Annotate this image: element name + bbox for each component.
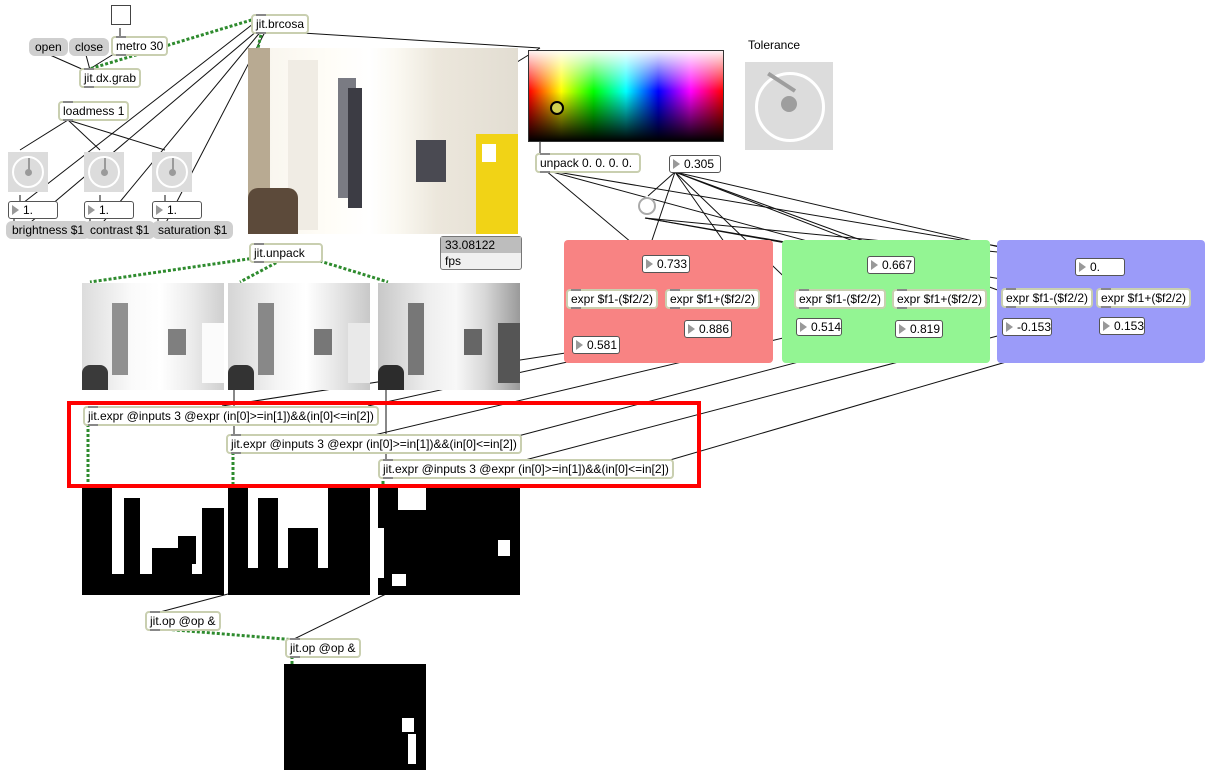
grab-object[interactable]: jit.dx.grab: [79, 68, 142, 88]
green-high-number[interactable]: 0.819: [895, 320, 943, 338]
brightness-dial[interactable]: [8, 152, 48, 192]
green-expr-minus[interactable]: expr $f1-($f2/2): [794, 289, 887, 309]
threshold-output-3[interactable]: [378, 488, 520, 595]
red-expr-plus[interactable]: expr $f1+($f2/2): [665, 289, 761, 309]
channel-preview-1[interactable]: [82, 283, 224, 390]
tolerance-label: Tolerance: [748, 38, 801, 52]
brcosa-object[interactable]: jit.brcosa: [251, 14, 310, 34]
red-low-number[interactable]: 0.581: [572, 336, 620, 354]
red-center-number[interactable]: 0.733: [642, 255, 690, 273]
blue-low-number[interactable]: -0.153: [1002, 318, 1052, 336]
green-expr-plus[interactable]: expr $f1+($f2/2): [892, 289, 988, 309]
blue-center-number[interactable]: 0.: [1075, 258, 1125, 276]
tolerance-dial[interactable]: [745, 62, 833, 150]
jit-op-object-1[interactable]: jit.op @op &: [145, 611, 221, 631]
swatch-handle[interactable]: [550, 101, 564, 115]
bang-button[interactable]: [111, 5, 131, 25]
blue-expr-minus[interactable]: expr $f1-($f2/2): [1001, 288, 1094, 308]
blue-expr-plus[interactable]: expr $f1+($f2/2): [1096, 288, 1192, 308]
channel-preview-3[interactable]: [378, 283, 520, 390]
loadmess-object[interactable]: loadmess 1: [58, 101, 130, 121]
saturation-number[interactable]: 1.: [152, 201, 202, 219]
brightness-number[interactable]: 1.: [8, 201, 58, 219]
contrast-number[interactable]: 1.: [84, 201, 134, 219]
fps-display: 33.08122 fps: [440, 236, 522, 270]
trigger-button[interactable]: [638, 197, 656, 215]
camera-preview[interactable]: [248, 48, 518, 234]
channel-preview-2[interactable]: [228, 283, 370, 390]
blue-high-number[interactable]: 0.153: [1099, 317, 1145, 335]
jit-unpack-object[interactable]: jit.unpack: [249, 243, 323, 263]
saturation-dial[interactable]: [152, 152, 192, 192]
close-message[interactable]: close: [69, 38, 110, 56]
brightness-message[interactable]: brightness $1: [6, 221, 91, 239]
fps-label: fps: [445, 254, 462, 268]
green-low-number[interactable]: 0.514: [796, 318, 842, 336]
red-expr-minus[interactable]: expr $f1-($f2/2): [566, 289, 659, 309]
color-swatch[interactable]: [528, 50, 724, 142]
highlight-box: [67, 401, 701, 488]
metro-object[interactable]: metro 30: [111, 36, 169, 56]
threshold-output-2[interactable]: [228, 488, 370, 595]
open-message[interactable]: open: [29, 38, 68, 56]
final-output[interactable]: [284, 664, 426, 770]
red-high-number[interactable]: 0.886: [684, 320, 732, 338]
contrast-message[interactable]: contrast $1: [84, 221, 156, 239]
jit-op-object-2[interactable]: jit.op @op &: [285, 638, 361, 658]
tolerance-number[interactable]: 0.305: [669, 155, 721, 173]
saturation-message[interactable]: saturation $1: [152, 221, 234, 239]
contrast-dial[interactable]: [84, 152, 124, 192]
fps-value: 33.08122: [441, 237, 521, 253]
green-center-number[interactable]: 0.667: [867, 256, 915, 274]
unpack-color-object[interactable]: unpack 0. 0. 0. 0.: [535, 153, 641, 173]
threshold-output-1[interactable]: [82, 488, 224, 595]
